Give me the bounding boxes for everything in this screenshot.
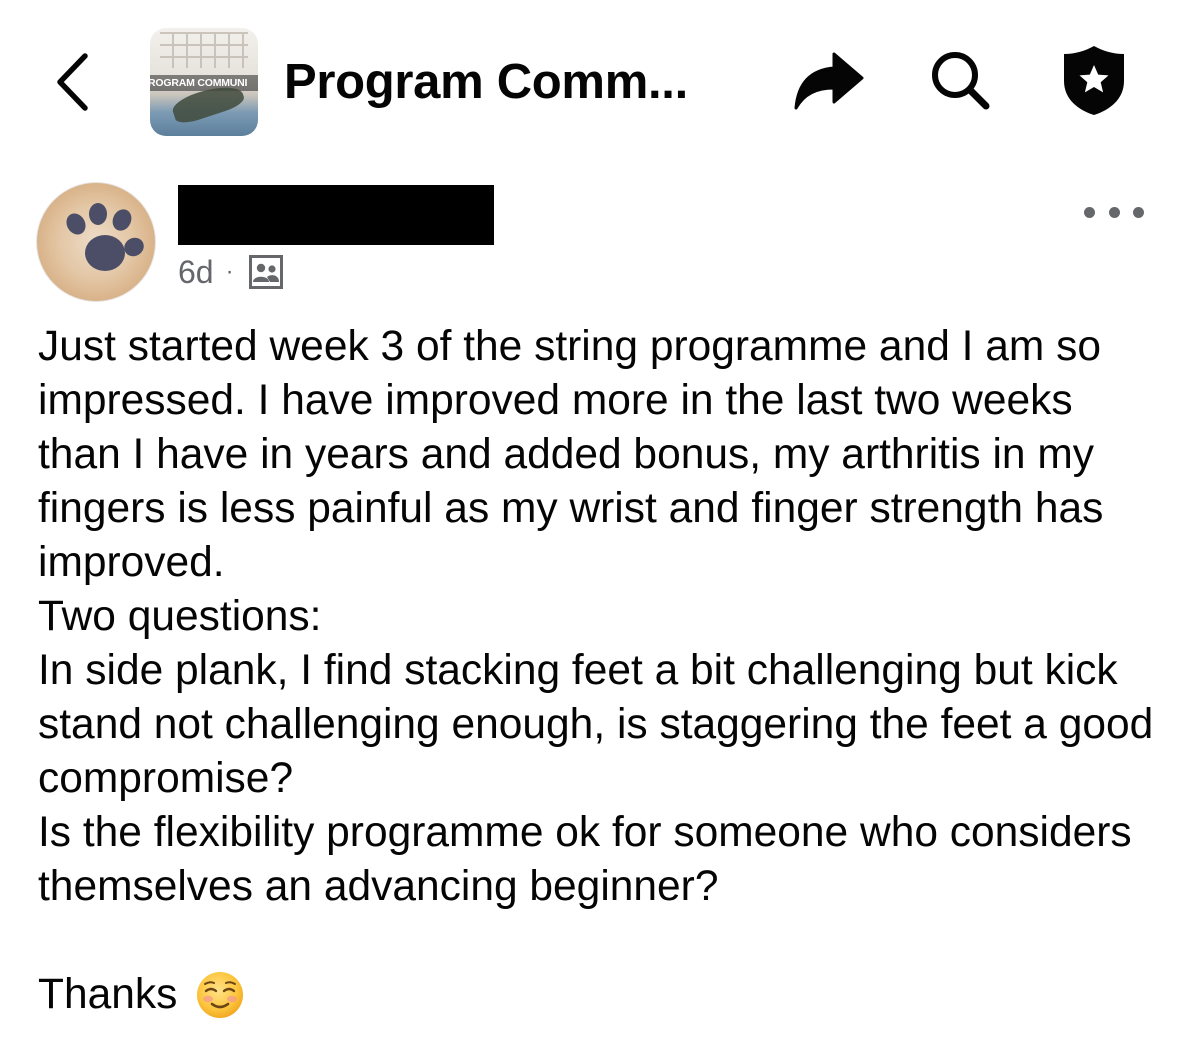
- post-paragraph: Is the flexibility programme ok for some…: [38, 809, 1132, 910]
- shield-star-icon: [1064, 46, 1124, 115]
- share-arrow-icon: [794, 52, 864, 110]
- post-body: Just started week 3 of the string progra…: [38, 320, 1158, 1022]
- smiling-face-icon: [197, 972, 244, 1018]
- ellipsis-dot: [1108, 206, 1120, 218]
- closing-text: Thanks: [38, 971, 178, 1018]
- admin-tools-button[interactable]: [1054, 40, 1134, 120]
- post-timestamp[interactable]: 6d: [178, 254, 214, 291]
- back-button[interactable]: [40, 46, 104, 118]
- search-button[interactable]: [920, 40, 1000, 120]
- paw-toe-decoration: [62, 209, 90, 239]
- ellipsis-dot: [1133, 206, 1144, 218]
- meta-separator: ·: [225, 258, 234, 285]
- post-paragraph: In side plank, I find stacking feet a bi…: [38, 647, 1154, 802]
- closing-line: Thanks: [38, 968, 1158, 1022]
- chevron-left-icon: [57, 53, 88, 111]
- paw-pad-decoration: [85, 235, 125, 271]
- thumbnail-window-decoration: [160, 32, 248, 68]
- post-paragraph: Just started week 3 of the string progra…: [38, 323, 1104, 586]
- group-title[interactable]: Program Comm...: [284, 50, 688, 114]
- paw-toe-decoration: [120, 234, 148, 260]
- paw-toe-decoration: [89, 203, 107, 225]
- search-icon: [932, 52, 990, 110]
- share-button[interactable]: [788, 40, 868, 120]
- author-name-redacted[interactable]: [178, 185, 494, 245]
- post-meta: 6d ·: [178, 252, 284, 292]
- group-header: ROGRAM COMMUNI Program Comm...: [0, 0, 1179, 160]
- paw-toe-decoration: [109, 206, 135, 234]
- thumbnail-banner-text: ROGRAM COMMUNI: [150, 75, 258, 91]
- post-options-button[interactable]: [1084, 196, 1144, 228]
- members-icon: [248, 254, 284, 290]
- post-paragraph: Two questions:: [38, 593, 322, 640]
- ellipsis-dot: [1084, 206, 1095, 218]
- group-thumbnail[interactable]: ROGRAM COMMUNI: [150, 28, 258, 136]
- author-avatar[interactable]: [36, 182, 156, 302]
